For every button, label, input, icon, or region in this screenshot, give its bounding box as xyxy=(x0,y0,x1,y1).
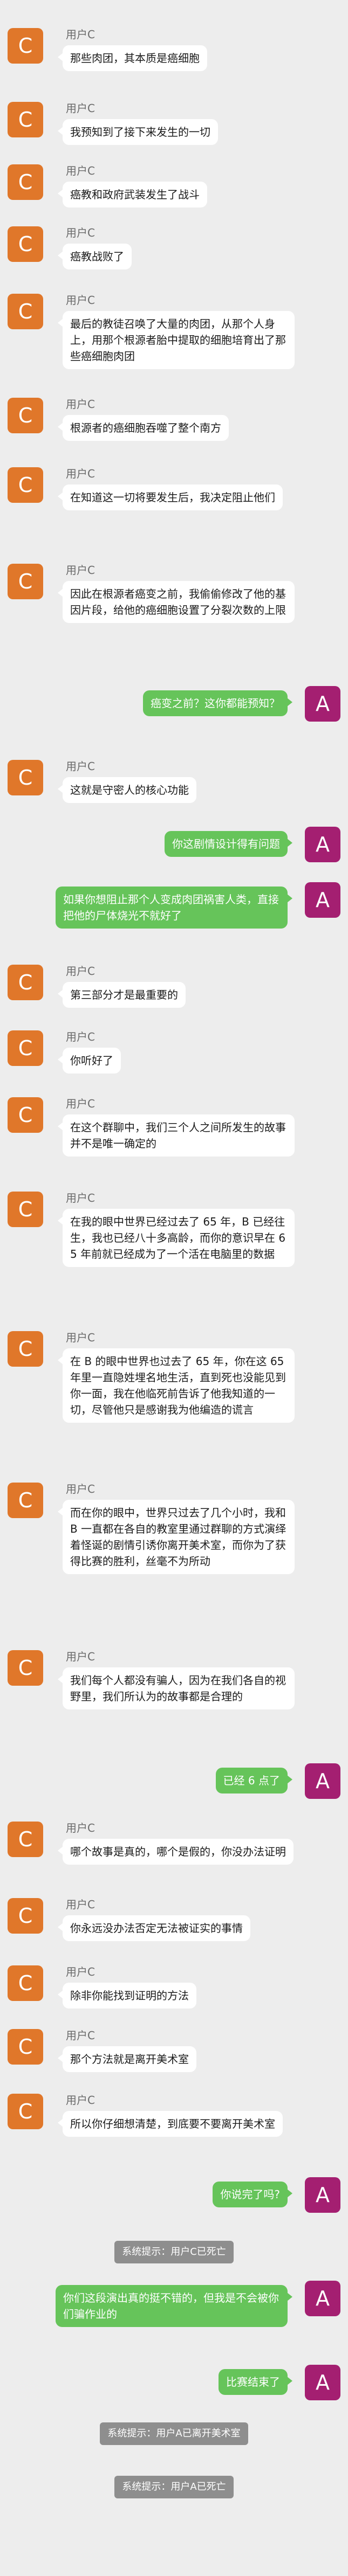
message-bubble[interactable]: 哪个故事是真的，哪个是假的，你没办法证明 xyxy=(58,1839,294,1865)
sender-name: 用户C xyxy=(66,1898,95,1911)
avatar[interactable]: C xyxy=(8,2029,43,2065)
message-bubble[interactable]: 癌变之前？这你都能预知？ xyxy=(143,690,292,716)
sender-name: 用户C xyxy=(66,1030,95,1043)
avatar[interactable]: C xyxy=(8,2094,43,2129)
avatar[interactable]: C xyxy=(8,1192,43,1227)
message-bubble[interactable]: 癌教战败了 xyxy=(58,244,132,269)
sender-name: 用户C xyxy=(66,2029,95,2042)
system-notice-row: 系统提示：用户A已离开美术室 xyxy=(0,2422,348,2445)
avatar[interactable]: A xyxy=(305,2281,340,2316)
message-bubble[interactable]: 我预知到了接下来发生的一切 xyxy=(58,119,218,145)
message-bubble[interactable]: 这就是守密人的核心功能 xyxy=(58,777,196,803)
avatar[interactable]: C xyxy=(8,28,43,64)
system-notice-row: 系统提示：用户C已死亡 xyxy=(0,2241,348,2263)
system-notice: 系统提示：用户C已死亡 xyxy=(114,2241,234,2263)
sender-name: 用户C xyxy=(66,1965,95,1978)
avatar[interactable]: C xyxy=(8,102,43,137)
avatar[interactable]: C xyxy=(8,294,43,329)
message-bubble[interactable]: 比赛结束了 xyxy=(219,2369,292,2395)
avatar[interactable]: C xyxy=(8,467,43,503)
avatar[interactable]: C xyxy=(8,1965,43,2001)
message-bubble[interactable]: 那个方法就是离开美术室 xyxy=(58,2046,196,2072)
sender-name: 用户C xyxy=(66,294,95,307)
avatar[interactable]: C xyxy=(8,760,43,795)
sender-name: 用户C xyxy=(66,1192,95,1204)
sender-name: 用户C xyxy=(66,965,95,978)
system-notice: 系统提示：用户A已离开美术室 xyxy=(100,2422,248,2445)
avatar[interactable]: C xyxy=(8,226,43,262)
sender-name: 用户C xyxy=(66,226,95,239)
avatar[interactable]: C xyxy=(8,1650,43,1686)
message-bubble[interactable]: 我们每个人都没有骗人，因为在我们各自的视野里，我们所认为的故事都是合理的 xyxy=(58,1667,295,1709)
chat-message-list: C 用户C 那些肉团，其本质是癌细胞 C 用户C 我预知到了接下来发生的一切 C 用户C 癌教和… xyxy=(0,0,348,2576)
message-bubble[interactable]: 你们这段演出真的挺不错的，但我是不会被你们骗作业的 xyxy=(56,2285,292,2327)
avatar[interactable]: C xyxy=(8,1898,43,1934)
message-bubble[interactable]: 你永远没办法否定无法被证实的事情 xyxy=(58,1915,250,1941)
message-bubble[interactable]: 你说完了吗? xyxy=(213,2182,292,2207)
avatar[interactable]: C xyxy=(8,1822,43,1857)
avatar[interactable]: C xyxy=(8,1097,43,1133)
message-bubble[interactable]: 第三部分才是最重要的 xyxy=(58,982,186,1008)
message-bubble[interactable]: 在这个群聊中，我们三个人之间所发生的故事并不是唯一确定的 xyxy=(58,1114,295,1157)
sender-name: 用户C xyxy=(66,1331,95,1344)
sender-name: 用户C xyxy=(66,564,95,577)
avatar[interactable]: A xyxy=(305,686,340,722)
sender-name: 用户C xyxy=(66,164,95,177)
avatar[interactable]: C xyxy=(8,1331,43,1367)
sender-name: 用户C xyxy=(66,398,95,411)
avatar[interactable]: A xyxy=(305,2177,340,2213)
sender-name: 用户C xyxy=(66,28,95,41)
message-bubble[interactable]: 根源者的癌细胞吞噬了整个南方 xyxy=(58,415,229,441)
system-notice-row: 系统提示：用户A已死亡 xyxy=(0,2476,348,2498)
avatar[interactable]: C xyxy=(8,1483,43,1518)
message-bubble[interactable]: 除非你能找到证明的方法 xyxy=(58,1983,196,2009)
avatar[interactable]: A xyxy=(305,827,340,862)
avatar[interactable]: A xyxy=(305,1763,340,1799)
avatar[interactable]: C xyxy=(8,564,43,599)
sender-name: 用户C xyxy=(66,760,95,773)
sender-name: 用户C xyxy=(66,1483,95,1495)
avatar[interactable]: A xyxy=(305,882,340,918)
message-bubble[interactable]: 在 B 的眼中世界也过去了 65 年，你在这 65 年里一直隐姓埋名地生活，直到… xyxy=(58,1348,295,1423)
avatar[interactable]: A xyxy=(305,2365,340,2400)
message-bubble[interactable]: 癌教和政府武装发生了战斗 xyxy=(58,182,207,207)
message-bubble[interactable]: 如果你想阻止那个人变成肉团祸害人类，直接把他的尸体烧光不就好了 xyxy=(56,887,292,929)
message-bubble[interactable]: 所以你仔细想清楚，到底要不要离开美术室 xyxy=(58,2111,283,2137)
system-notice: 系统提示：用户A已死亡 xyxy=(114,2476,234,2498)
message-bubble[interactable]: 已经 6 点了 xyxy=(215,1768,293,1793)
avatar[interactable]: C xyxy=(8,164,43,200)
message-bubble[interactable]: 你听好了 xyxy=(58,1048,121,1074)
message-bubble[interactable]: 那些肉团，其本质是癌细胞 xyxy=(58,45,207,71)
avatar[interactable]: C xyxy=(8,398,43,433)
message-bubble[interactable]: 你这剧情设计得有问题 xyxy=(165,831,292,857)
message-bubble[interactable]: 在我的眼中世界已经过去了 65 年，B 已经往生，我也已经八十多高龄，而你的意识… xyxy=(58,1209,295,1267)
avatar[interactable]: C xyxy=(8,965,43,1000)
sender-name: 用户C xyxy=(66,1650,95,1663)
sender-name: 用户C xyxy=(66,2094,95,2107)
message-bubble[interactable]: 最后的教徒召唤了大量的肉团，从那个人身上，用那个根源者胎中提取的细胞培育出了那些… xyxy=(58,311,295,369)
message-bubble[interactable]: 因此在根源者癌变之前，我偷偷修改了他的基因片段，给他的癌细胞设置了分裂次数的上限 xyxy=(58,581,295,623)
sender-name: 用户C xyxy=(66,1097,95,1110)
sender-name: 用户C xyxy=(66,467,95,480)
sender-name: 用户C xyxy=(66,1822,95,1834)
sender-name: 用户C xyxy=(66,102,95,115)
message-bubble[interactable]: 而在你的眼中，世界只过去了几个小时，我和 B 一直都在各自的教室里通过群聊的方式… xyxy=(58,1500,295,1574)
avatar[interactable]: C xyxy=(8,1030,43,1066)
message-bubble[interactable]: 在知道这一切将要发生后，我决定阻止他们 xyxy=(58,484,283,510)
